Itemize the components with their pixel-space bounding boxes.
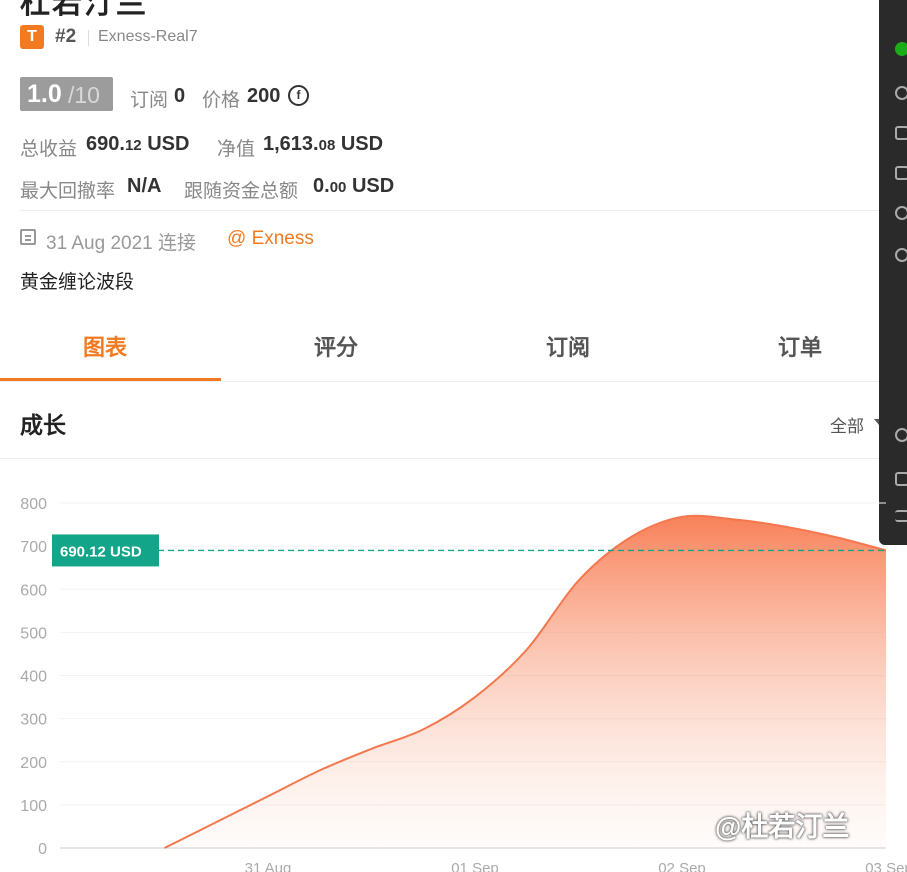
box-icon[interactable] [895, 126, 907, 140]
max-drawdown-value: N/A [127, 175, 162, 197]
history-icon[interactable] [895, 428, 907, 442]
subscribe-value: 0 [174, 85, 186, 107]
y-tick-label: 200 [20, 755, 47, 772]
x-tick-label: 01 Sep [451, 860, 499, 872]
current-value-label: 690.12 USD [60, 543, 142, 560]
trader-type-badge: T [20, 25, 44, 49]
y-tick-label: 800 [20, 496, 47, 513]
y-tick-label: 100 [20, 798, 47, 815]
divider [88, 30, 89, 46]
chat-icon[interactable] [895, 42, 907, 56]
tab-chart[interactable]: 图表 [45, 330, 165, 362]
range-select[interactable]: 全部 [830, 412, 864, 437]
follow-funds-value: 0.00 USD [313, 175, 395, 197]
y-tick-label: 600 [20, 582, 47, 599]
user-icon[interactable] [895, 86, 907, 100]
y-tick-label: 700 [20, 539, 47, 556]
equity-value: 1,613.08 USD [263, 133, 384, 155]
coin-icon: f [288, 85, 309, 106]
tab-subscribe[interactable]: 订阅 [508, 330, 628, 362]
growth-area [164, 515, 886, 848]
y-tick-label: 400 [20, 669, 47, 686]
price-label: 价格 [202, 90, 241, 111]
score-value: 1.0 [27, 80, 62, 108]
y-tick-label: 0 [38, 841, 47, 858]
broker-link[interactable]: @ Exness [227, 228, 314, 250]
growth-section-title: 成长 [20, 412, 66, 438]
rank-label: #2 [55, 26, 77, 47]
x-tick-label: 03 Sep [865, 860, 907, 872]
subscribe-label: 订阅 [130, 90, 169, 111]
tab-orders[interactable]: 订单 [740, 330, 860, 362]
globe-icon[interactable] [895, 248, 907, 262]
watermark: @杜若汀兰 [715, 812, 850, 842]
y-tick-label: 300 [20, 712, 47, 729]
strategy-description: 黄金缠论波段 [20, 272, 135, 293]
tab-bar-border [0, 381, 907, 382]
calendar-icon [20, 229, 36, 245]
divider [20, 210, 880, 211]
y-tick-label: 500 [20, 625, 47, 642]
follow-funds-label: 跟随资金总额 [184, 181, 299, 202]
equity-label: 净值 [217, 139, 256, 160]
price-value: 200 [247, 85, 281, 107]
connect-date: 31 Aug 2021 连接 [46, 233, 196, 254]
server-name: Exness-Real7 [98, 28, 198, 45]
max-drawdown-label: 最大回撤率 [20, 181, 116, 202]
score-max: /10 [68, 82, 100, 108]
total-profit-label: 总收益 [20, 139, 78, 160]
x-tick-label: 31 Aug [245, 860, 292, 872]
x-tick-label: 02 Sep [658, 860, 706, 872]
folder-icon[interactable] [895, 166, 907, 180]
tab-rating[interactable]: 评分 [276, 330, 396, 362]
settings-icon[interactable] [895, 206, 907, 220]
page-title: 杜若汀兰 [20, 0, 148, 20]
total-profit-value: 690.12 USD [86, 133, 190, 155]
